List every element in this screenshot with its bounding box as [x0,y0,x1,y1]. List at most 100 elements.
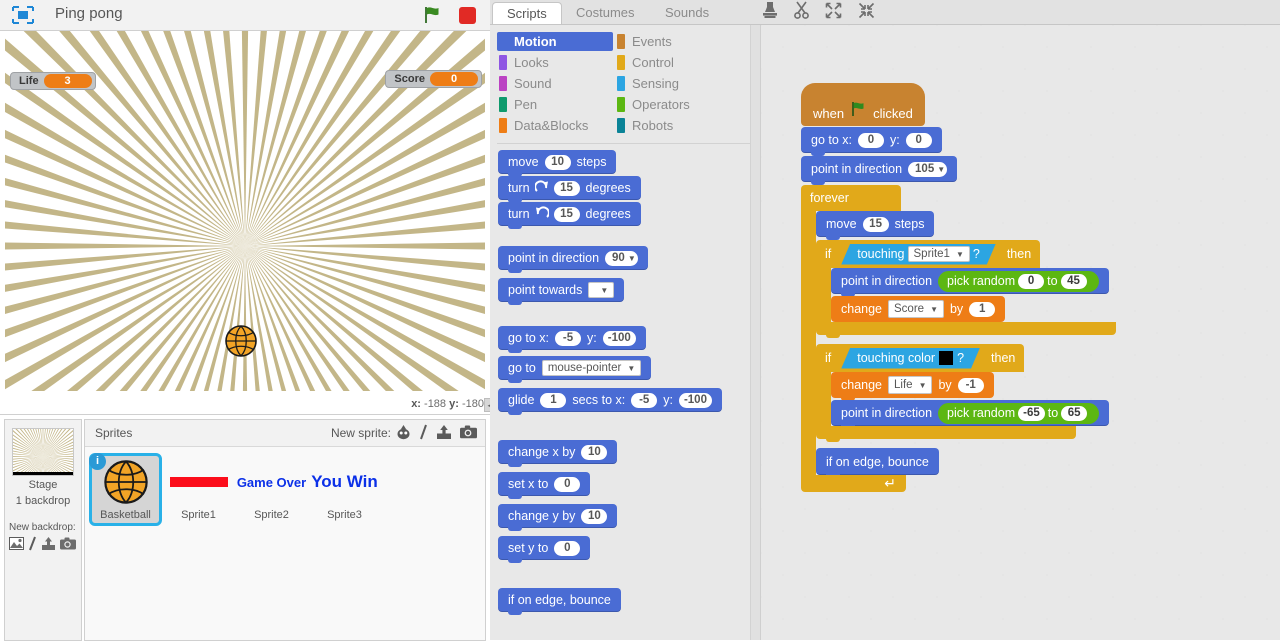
forever-header[interactable]: forever [801,185,901,211]
category-looks[interactable]: Looks [497,53,615,72]
block-if-touching-sprite1[interactable]: if touching Sprite1▼ ? then [816,240,1116,335]
if-header[interactable]: if touching color ? then [816,344,1024,372]
block-input-degrees[interactable]: 15 [554,181,580,196]
block-forever[interactable]: forever move 15 steps [801,185,1116,492]
palette-block-go-to-target[interactable]: go to mouse-pointer▼ [498,356,651,380]
scissors-icon[interactable] [794,1,809,24]
palette-block-set-x[interactable]: set x to 0 [498,472,590,496]
block-input-steps[interactable]: 15 [863,217,889,232]
block-point-in-direction-random[interactable]: point in direction pick random 0 to 45 [831,268,1109,294]
stamp-icon[interactable] [762,1,778,24]
category-motion[interactable]: Motion [497,32,613,51]
block-input-steps[interactable]: 10 [545,155,571,170]
stage-selector[interactable]: Stage 1 backdrop New backdrop: [4,419,82,641]
paint-brush-icon[interactable] [419,424,428,445]
block-input-y[interactable]: -100 [679,393,712,408]
block-point-in-direction[interactable]: point in direction 105▼ [801,156,957,182]
random-to[interactable]: 65 [1061,406,1087,421]
category-robots[interactable]: Robots [615,116,733,135]
sprite-basketball[interactable] [225,325,257,357]
picture-library-icon[interactable] [9,537,24,555]
watcher-score[interactable]: Score 0 [385,70,482,88]
palette-block-move[interactable]: move 10 steps [498,150,616,174]
block-touching-color[interactable]: touching color ? [841,348,980,369]
palette-block-go-to-xy[interactable]: go to x: -5 y: -100 [498,326,646,350]
scripts-canvas[interactable]: when clicked go to x: 0 y: 0 point in di… [761,25,1280,640]
grow-icon[interactable] [825,2,842,24]
block-input-delta[interactable]: 1 [969,302,995,317]
color-swatch[interactable] [939,351,953,365]
sprite-info-badge[interactable]: i [89,453,106,470]
sprite-thumb-sprite1[interactable]: Sprite1 [162,453,235,526]
palette-block-if-on-edge-bounce[interactable]: if on edge, bounce [498,588,621,612]
shrink-icon[interactable] [858,2,875,24]
block-change-life[interactable]: change Life▼ by -1 [831,372,994,398]
watcher-life[interactable]: Life 3 [10,72,96,90]
variable-dropdown-score[interactable]: Score▼ [888,300,944,318]
category-operators[interactable]: Operators [615,95,733,114]
random-to[interactable]: 45 [1061,274,1087,289]
upload-icon[interactable] [41,537,56,556]
camera-icon[interactable] [60,537,76,555]
palette-block-turn-ccw[interactable]: turn 15 degrees [498,202,641,226]
sprite-thumb-sprite2[interactable]: Game Over Sprite2 [235,453,308,526]
tab-costumes[interactable]: Costumes [562,2,649,24]
block-input-x[interactable]: -5 [555,331,581,346]
palette-block-point-in-direction[interactable]: point in direction 90▼ [498,246,648,270]
block-input-x[interactable]: 0 [858,133,884,148]
sprite-library-icon[interactable] [396,425,411,445]
block-input-direction[interactable]: 105▼ [908,162,947,177]
block-touching-sprite[interactable]: touching Sprite1▼ ? [841,244,996,265]
category-sensing[interactable]: Sensing [615,74,733,93]
stage[interactable]: Life 3 Score 0 [0,31,490,398]
palette-block-point-towards[interactable]: point towards ▼ [498,278,624,302]
block-input-secs[interactable]: 1 [540,393,566,408]
block-when-flag-clicked[interactable]: when clicked [801,83,925,126]
tab-scripts[interactable]: Scripts [492,2,562,24]
category-data-blocks[interactable]: Data&Blocks [497,116,615,135]
palette-block-change-y[interactable]: change y by 10 [498,504,617,528]
stage-thumbnail[interactable] [12,428,74,476]
block-move-steps[interactable]: move 15 steps [816,211,934,237]
block-input-x[interactable]: -5 [631,393,657,408]
if-header[interactable]: if touching Sprite1▼ ? then [816,240,1040,268]
stop-sign-icon[interactable] [459,7,476,24]
block-change-score[interactable]: change Score▼ by 1 [831,296,1005,322]
block-input-y[interactable]: -100 [603,331,636,346]
block-input-dx[interactable]: 10 [581,445,607,460]
block-point-in-direction-random[interactable]: point in direction pick random -65 to 65 [831,400,1109,426]
palette-block-change-x[interactable]: change x by 10 [498,440,617,464]
palette-block-glide[interactable]: glide 1 secs to x: -5 y: -100 [498,388,722,412]
palette-block-set-y[interactable]: set y to 0 [498,536,590,560]
block-pick-random[interactable]: pick random 0 to 45 [938,271,1099,292]
green-flag-icon[interactable] [422,5,442,25]
block-dropdown-target[interactable]: mouse-pointer▼ [542,360,641,376]
random-from[interactable]: -65 [1018,406,1045,421]
block-input-delta[interactable]: -1 [958,378,984,393]
category-events[interactable]: Events [615,32,733,51]
category-control[interactable]: Control [615,53,733,72]
upload-icon[interactable] [436,425,452,445]
sprite-thumb-sprite3[interactable]: You Win Sprite3 [308,453,381,526]
sprite-thumb-basketball[interactable]: i Basketball [89,453,162,526]
block-dropdown-target[interactable]: ▼ [588,282,614,298]
block-if-on-edge-bounce[interactable]: if on edge, bounce [816,448,939,475]
tab-sounds[interactable]: Sounds [651,2,723,24]
palette-block-turn-cw[interactable]: turn 15 degrees [498,176,641,200]
category-sound[interactable]: Sound [497,74,615,93]
random-from[interactable]: 0 [1018,274,1044,289]
touching-target-dropdown[interactable]: Sprite1▼ [908,246,970,262]
block-input-degrees[interactable]: 15 [554,207,580,222]
block-input-y[interactable]: 0 [906,133,932,148]
block-input-dy[interactable]: 10 [581,509,607,524]
block-input-x[interactable]: 0 [554,477,580,492]
script-stack[interactable]: when clicked go to x: 0 y: 0 point in di… [801,83,1116,492]
block-go-to-xy[interactable]: go to x: 0 y: 0 [801,127,942,153]
block-if-touching-color[interactable]: if touching color ? then [816,344,1116,439]
block-input-direction[interactable]: 90▼ [605,251,638,266]
block-palette[interactable]: Motion Events Looks Control Sound Sensin… [490,25,761,640]
camera-icon[interactable] [460,425,477,444]
block-input-y[interactable]: 0 [554,541,580,556]
paint-brush-icon[interactable] [28,536,37,556]
block-pick-random[interactable]: pick random -65 to 65 [938,403,1099,424]
